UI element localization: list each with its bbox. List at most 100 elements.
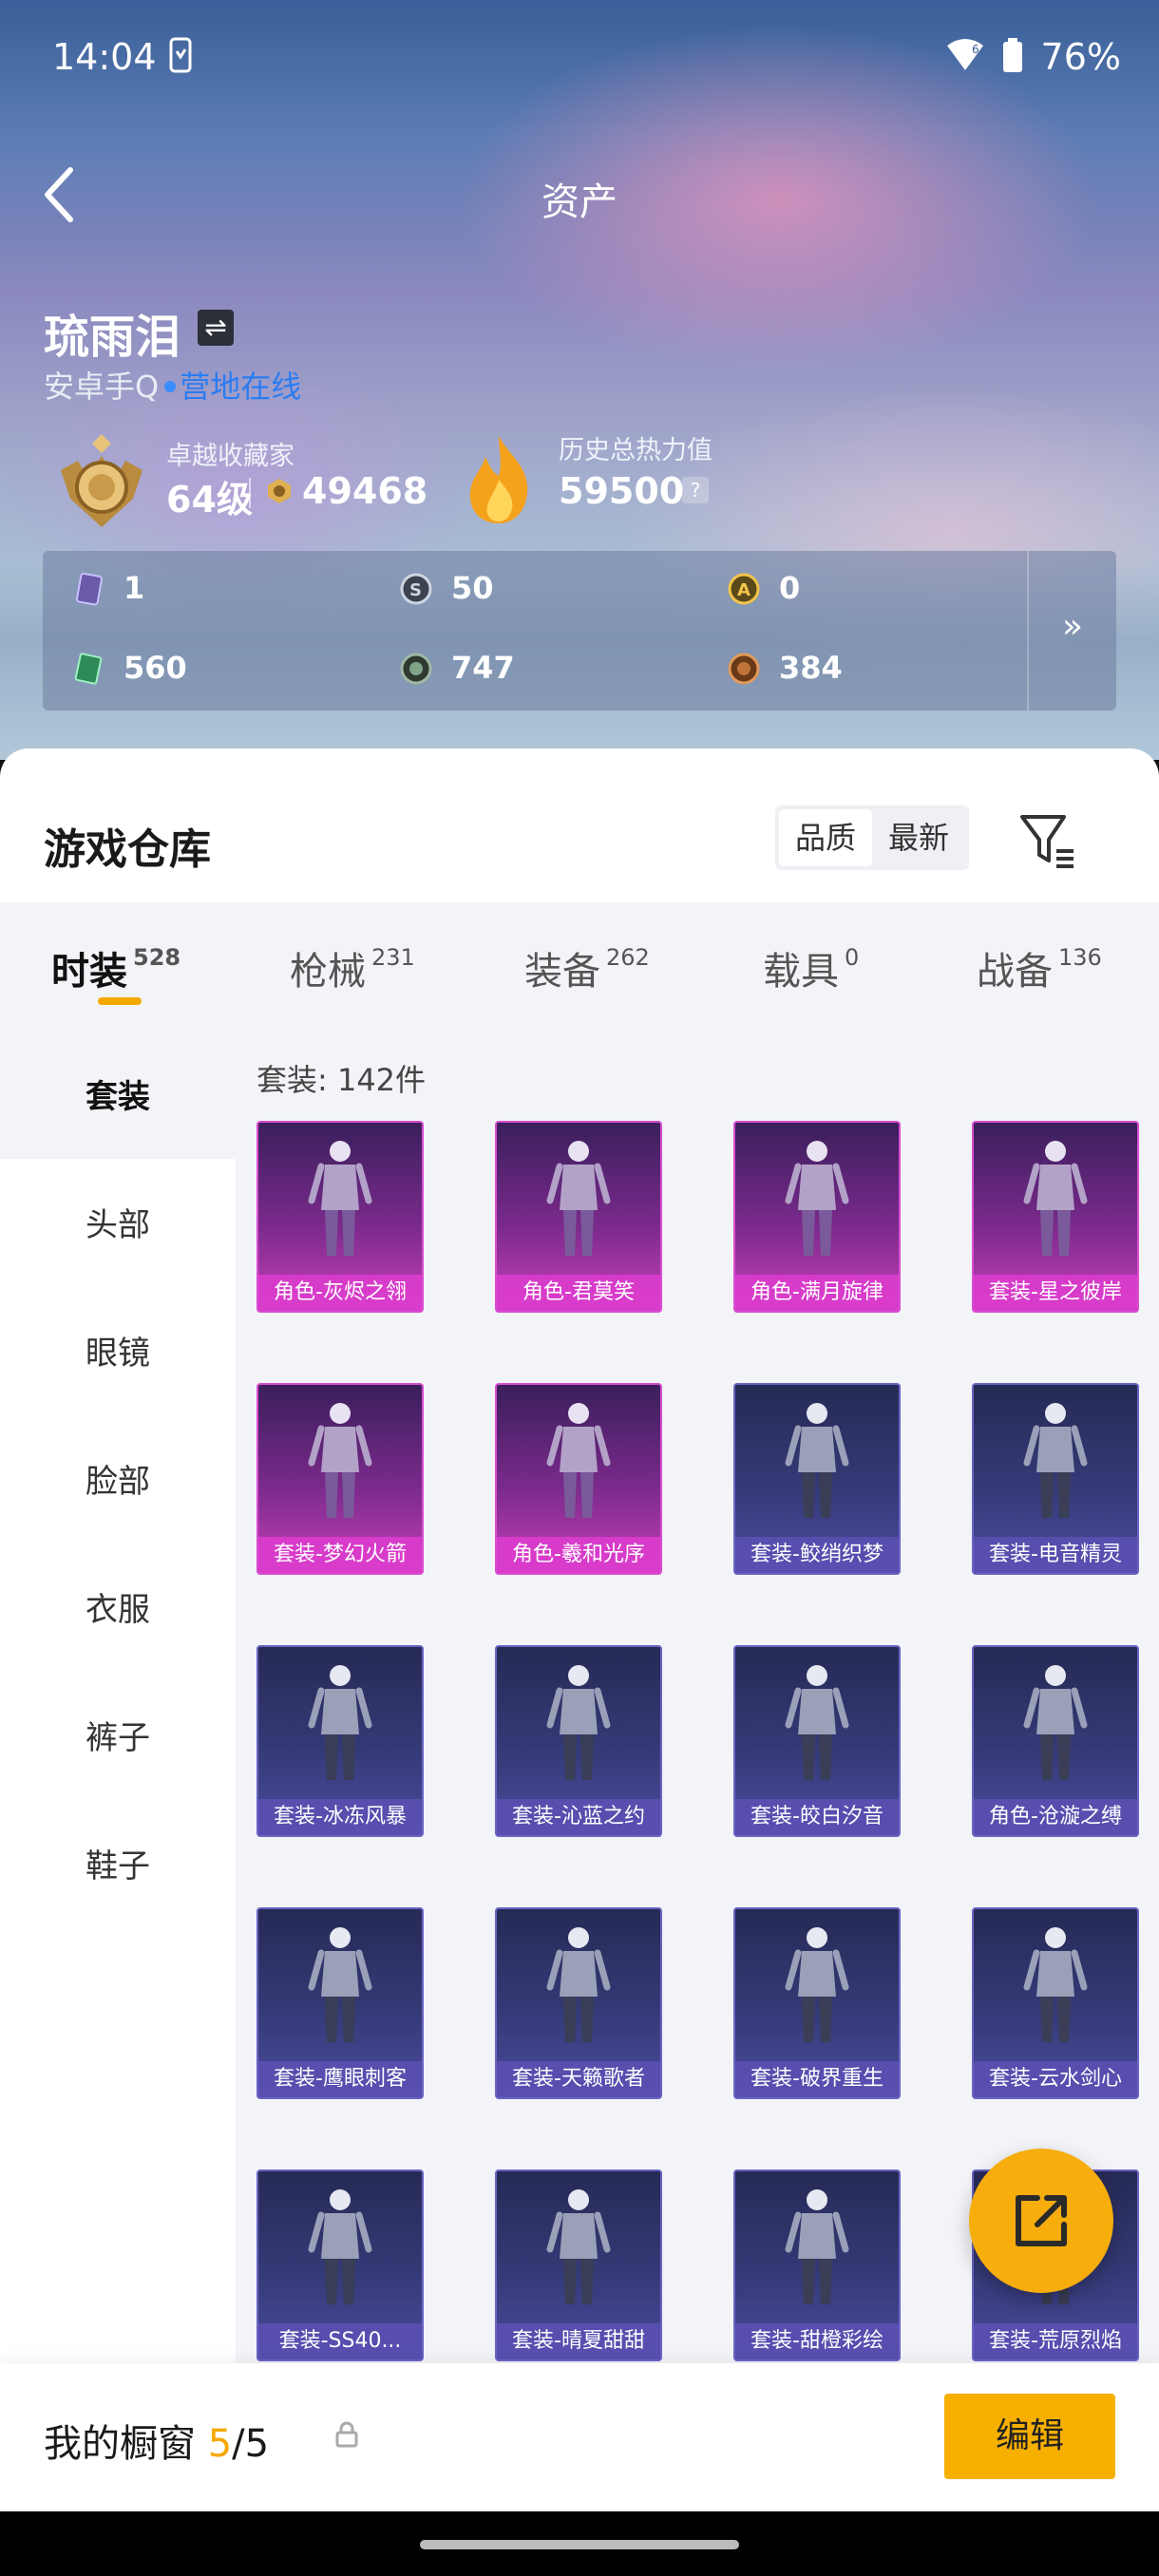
sort-quality-button[interactable]: 品质 — [779, 809, 872, 866]
battery-icon — [1003, 38, 1022, 72]
sidebar-item-face[interactable]: 脸部 — [0, 1420, 236, 1544]
status-bar: 14:04 6 76% — [0, 0, 1159, 114]
outfit-preview-icon — [546, 1141, 611, 1256]
sidebar-item-shoes[interactable]: 鞋子 — [0, 1805, 236, 1928]
item-label: 套装-SS40... — [258, 2323, 422, 2359]
item-label: 角色-君莫笑 — [497, 1275, 660, 1311]
item-label: 角色-满月旋律 — [735, 1275, 899, 1311]
inventory-item-card[interactable]: 角色-沧漩之缚 — [972, 1645, 1139, 1837]
tab-count: 262 — [606, 944, 650, 971]
tab-label: 时装 — [51, 950, 127, 994]
outfit-preview-icon — [1023, 1403, 1088, 1518]
rank-title: 卓越收藏家 — [166, 442, 294, 471]
ticket-icon — [74, 653, 103, 685]
inventory-item-card[interactable]: 套装-鲛绡织梦 — [733, 1383, 901, 1575]
switch-account-icon[interactable]: ⇌ — [198, 310, 234, 346]
item-label: 角色-羲和光序 — [497, 1537, 660, 1573]
tab-label: 枪械 — [290, 950, 366, 994]
item-label: 套装-电音精灵 — [974, 1537, 1137, 1573]
heat-title: 历史总热力值 — [559, 436, 712, 465]
sidebar-item-glasses[interactable]: 眼镜 — [0, 1292, 236, 1415]
share-icon — [1016, 2195, 1067, 2246]
item-label: 套装-天籁歌者 — [497, 2061, 660, 2097]
profile-header-banner: 14:04 6 76% 资产 琉雨泪 ⇌ 安卓手Q 营地在线 卓越收藏家 64级 … — [0, 0, 1159, 760]
item-count-label: 套装: 142件 — [256, 1062, 427, 1098]
outfit-preview-icon — [1023, 1665, 1088, 1780]
showcase-bar: 我的橱窗 5/5 编辑 — [0, 2363, 1159, 2511]
card-icon — [76, 572, 103, 606]
more-currencies-button[interactable]: » — [1027, 551, 1116, 710]
currency-panel[interactable]: 1 S 50 A 0 560 747 384 » — [43, 551, 1116, 710]
outfit-preview-icon — [308, 1141, 372, 1256]
item-label: 套装-晴夏甜甜 — [497, 2323, 660, 2359]
item-label: 套装-云水剑心 — [974, 2061, 1137, 2097]
outfit-preview-icon — [785, 1141, 849, 1256]
filter-icon[interactable] — [1015, 807, 1081, 874]
currency-value: 50 — [451, 570, 494, 606]
item-label: 套装-鲛绡织梦 — [735, 1537, 899, 1573]
inventory-item-card[interactable]: 套装-天籁歌者 — [495, 1907, 662, 2099]
lock-icon — [335, 2421, 358, 2448]
platform-label: 安卓手Q — [44, 369, 160, 405]
showcase-title: 我的橱窗 — [44, 2422, 196, 2466]
home-indicator[interactable] — [420, 2540, 739, 2549]
currency-value: 747 — [451, 650, 515, 686]
battery-percent: 76% — [1040, 36, 1121, 78]
flame-icon — [469, 436, 528, 523]
inventory-item-card[interactable]: 套装-晴夏甜甜 — [495, 2169, 662, 2361]
outfit-preview-icon — [308, 1665, 372, 1780]
outfit-preview-icon — [546, 1927, 611, 2042]
sidebar-item-suit[interactable]: 套装 — [0, 1035, 236, 1159]
inventory-item-card[interactable]: 套装-SS40... — [256, 2169, 424, 2361]
page-title: 资产 — [542, 180, 618, 224]
inventory-item-card[interactable]: 套装-鹰眼刺客 — [256, 1907, 424, 2099]
tab-label: 战备 — [977, 950, 1053, 994]
inventory-item-card[interactable]: 套装-梦幻火箭 — [256, 1383, 424, 1575]
tab-fashion[interactable]: 时装 528 — [51, 940, 180, 995]
tab-vehicles[interactable]: 载具 0 — [763, 940, 859, 995]
outfit-preview-icon — [546, 2189, 611, 2304]
currency-value: 0 — [779, 570, 801, 606]
inventory-item-card[interactable]: 角色-君莫笑 — [495, 1121, 662, 1313]
inventory-item-card[interactable]: 套装-沁蓝之约 — [495, 1645, 662, 1837]
showcase-label: 我的橱窗 5/5 — [44, 2413, 269, 2468]
active-tab-indicator — [98, 997, 142, 1005]
tab-supplies[interactable]: 战备 136 — [977, 940, 1102, 995]
item-label: 角色-沧漩之缚 — [974, 1799, 1137, 1835]
inventory-item-card[interactable]: 套装-皎白汐音 — [733, 1645, 901, 1837]
sidebar-item-pants[interactable]: 裤子 — [0, 1676, 236, 1800]
category-tabs: 时装 528 枪械 231 装备 262 载具 0 战备 136 — [0, 902, 1159, 1035]
sort-newest-button[interactable]: 最新 — [872, 809, 965, 866]
inventory-item-card[interactable]: 套装-电音精灵 — [972, 1383, 1139, 1575]
item-label: 套装-甜橙彩绘 — [735, 2323, 899, 2359]
inventory-item-card[interactable]: 套装-甜橙彩绘 — [733, 2169, 901, 2361]
wifi-icon: 6 — [947, 39, 983, 70]
svg-text:A: A — [737, 580, 750, 600]
tab-label: 装备 — [524, 950, 600, 994]
inventory-item-card[interactable]: 角色-羲和光序 — [495, 1383, 662, 1575]
tab-equipment[interactable]: 装备 262 — [524, 940, 650, 995]
tab-firearms[interactable]: 枪械 231 — [290, 940, 415, 995]
heat-value: 59500 — [559, 470, 685, 512]
outfit-preview-icon — [785, 2189, 849, 2304]
item-label: 套装-荒原烈焰 — [974, 2323, 1137, 2359]
inventory-item-card[interactable]: 套装-破界重生 — [733, 1907, 901, 2099]
inventory-item-card[interactable]: 角色-灰烬之翎 — [256, 1121, 424, 1313]
account-platform: 安卓手Q 营地在线 — [44, 363, 301, 407]
sort-toggle: 品质 最新 — [775, 805, 969, 870]
online-status: 营地在线 — [180, 369, 302, 405]
outfit-preview-icon — [308, 1927, 372, 2042]
sidebar-item-clothes[interactable]: 衣服 — [0, 1548, 236, 1672]
item-label: 套装-破界重生 — [735, 2061, 899, 2097]
inventory-item-card[interactable]: 套装-星之彼岸 — [972, 1121, 1139, 1313]
help-icon[interactable]: ? — [682, 477, 709, 503]
rank-level: 64级 — [166, 479, 253, 521]
share-button[interactable] — [969, 2149, 1113, 2293]
inventory-item-card[interactable]: 角色-满月旋律 — [733, 1121, 901, 1313]
showcase-separator: / — [232, 2422, 245, 2466]
showcase-total: 5 — [244, 2422, 270, 2466]
inventory-item-card[interactable]: 套装-冰冻风暴 — [256, 1645, 424, 1837]
edit-button[interactable]: 编辑 — [944, 2394, 1115, 2479]
inventory-item-card[interactable]: 套装-云水剑心 — [972, 1907, 1139, 2099]
sidebar-item-head[interactable]: 头部 — [0, 1164, 236, 1287]
